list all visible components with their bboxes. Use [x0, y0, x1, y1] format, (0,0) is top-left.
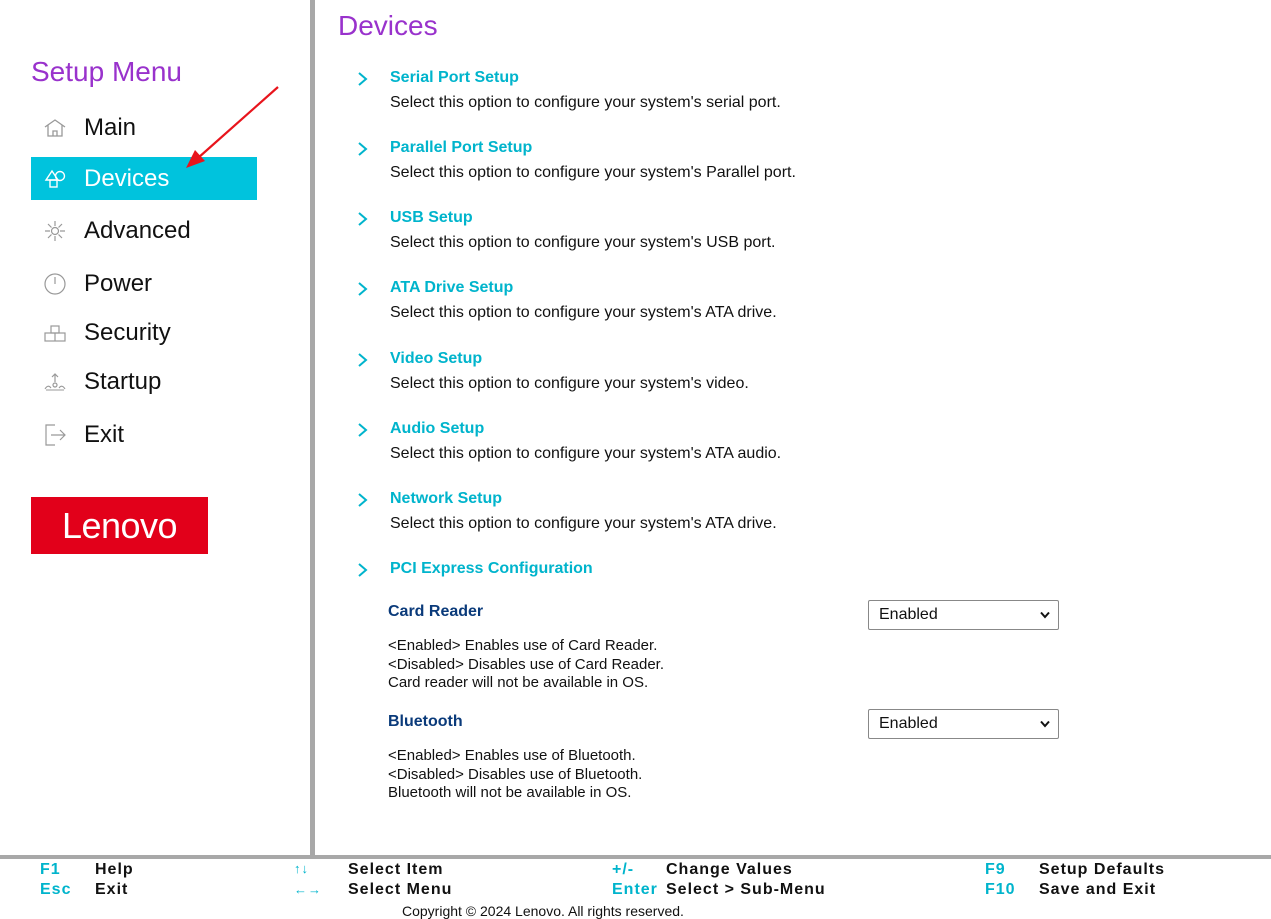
bluetooth-select[interactable]: Enabled	[868, 709, 1059, 739]
main-panel: Devices Serial Port Setup Select this op…	[315, 0, 1271, 856]
chevron-right-icon	[358, 493, 368, 507]
chevron-right-icon	[358, 212, 368, 226]
chevron-right-icon	[358, 282, 368, 296]
menu-item-title[interactable]: USB Setup	[390, 209, 473, 227]
sidebar-item-label: Exit	[84, 420, 125, 448]
sidebar: Setup Menu Main Devices Advanced Power S…	[0, 0, 310, 856]
sidebar-item-label: Main	[84, 113, 137, 141]
startup-icon	[42, 369, 68, 395]
footer-key: Esc	[40, 881, 72, 898]
devices-icon	[42, 166, 68, 192]
setting-name: Bluetooth	[388, 713, 463, 730]
footer-key-label: Setup Defaults	[1039, 861, 1166, 878]
sidebar-title: Setup Menu	[31, 56, 182, 87]
menu-item-title[interactable]: PCI Express Configuration	[390, 560, 593, 578]
setting-help: <Enabled> Enables use of Card Reader. <D…	[388, 637, 664, 693]
sidebar-item-label: Advanced	[84, 216, 191, 244]
sidebar-item-label: Startup	[84, 367, 162, 395]
footer-key: F10	[985, 881, 1016, 898]
setting-help-line: Bluetooth will not be available in OS.	[388, 784, 632, 801]
sidebar-item-label: Power	[84, 269, 153, 297]
menu-item-description: Select this option to configure your sys…	[390, 94, 781, 111]
chevron-right-icon	[358, 353, 368, 367]
footer-key-label: Change Values	[666, 861, 793, 878]
chevron-right-icon	[358, 423, 368, 437]
footer-key-label: Exit	[95, 881, 129, 898]
footer-key: Enter	[612, 881, 658, 898]
menu-item-description: Select this option to configure your sys…	[390, 515, 777, 532]
footer-key-label: Select Item	[348, 861, 444, 878]
select-value: Enabled	[879, 606, 938, 623]
footer-key: F9	[985, 861, 1006, 878]
menu-item-title[interactable]: ATA Drive Setup	[390, 279, 513, 297]
security-icon	[42, 320, 68, 346]
footer-key-label: Select Menu	[348, 881, 453, 898]
copyright: Copyright © 2024 Lenovo. All rights rese…	[402, 903, 684, 919]
sidebar-item-label: Devices	[84, 164, 170, 192]
footer-key-label: Help	[95, 861, 134, 878]
setting-help-line: <Enabled> Enables use of Card Reader.	[388, 637, 658, 654]
setting-help-line: <Disabled> Disables use of Card Reader.	[388, 655, 664, 673]
lenovo-logo: Lenovo	[31, 497, 208, 554]
footer-key: +/-	[612, 861, 635, 878]
menu-item-title[interactable]: Video Setup	[390, 350, 482, 368]
sidebar-item-exit[interactable]: Exit	[31, 413, 257, 456]
sidebar-item-main[interactable]: Main	[31, 106, 257, 149]
setting-card-reader: Card Reader <Enabled> Enables use of Car…	[388, 603, 664, 691]
sidebar-item-devices[interactable]: Devices	[31, 157, 257, 200]
setting-help-line: <Disabled> Disables use of Bluetooth.	[388, 765, 643, 783]
menu-item-title[interactable]: Audio Setup	[390, 420, 484, 438]
page-title: Devices	[338, 10, 438, 41]
sidebar-item-advanced[interactable]: Advanced	[31, 209, 257, 252]
chevron-right-icon	[358, 72, 368, 86]
menu-item-title[interactable]: Serial Port Setup	[390, 69, 519, 87]
footer-key: ↑↓	[294, 861, 309, 876]
sidebar-item-security[interactable]: Security	[31, 311, 257, 354]
setting-help: <Enabled> Enables use of Bluetooth. <Dis…	[388, 747, 642, 803]
setting-help-line: Card reader will not be available in OS.	[388, 674, 649, 691]
setting-name: Card Reader	[388, 603, 484, 620]
sidebar-item-startup[interactable]: Startup	[31, 360, 257, 403]
chevron-right-icon	[358, 142, 368, 156]
card-reader-select[interactable]: Enabled	[868, 600, 1059, 630]
footer-key: F1	[40, 861, 61, 878]
footer-keys: F1 Help Esc Exit ↑↓ Select Item ←→ Selec…	[0, 859, 1271, 909]
chevron-right-icon	[358, 563, 368, 577]
select-value: Enabled	[879, 715, 938, 732]
exit-icon	[42, 422, 68, 448]
menu-item-description: Select this option to configure your sys…	[390, 164, 796, 181]
menu-item-description: Select this option to configure your sys…	[390, 375, 749, 392]
menu-item-title[interactable]: Parallel Port Setup	[390, 139, 532, 157]
footer-key: ←→	[294, 882, 322, 897]
home-icon	[42, 115, 68, 141]
menu-item-title[interactable]: Network Setup	[390, 490, 502, 508]
advanced-icon	[42, 218, 68, 244]
footer-key-label: Save and Exit	[1039, 881, 1157, 898]
setting-bluetooth: Bluetooth <Enabled> Enables use of Bluet…	[388, 713, 642, 801]
menu-item-description: Select this option to configure your sys…	[390, 304, 777, 321]
footer-key-label: Select > Sub-Menu	[666, 881, 826, 898]
menu-item-description: Select this option to configure your sys…	[390, 445, 782, 462]
sidebar-item-power[interactable]: Power	[31, 262, 257, 305]
setting-help-line: <Enabled> Enables use of Bluetooth.	[388, 747, 636, 764]
chevron-down-icon	[1040, 611, 1050, 619]
chevron-down-icon	[1040, 720, 1050, 728]
menu-item-description: Select this option to configure your sys…	[390, 234, 776, 251]
sidebar-item-label: Security	[84, 318, 171, 346]
power-icon	[42, 271, 68, 297]
